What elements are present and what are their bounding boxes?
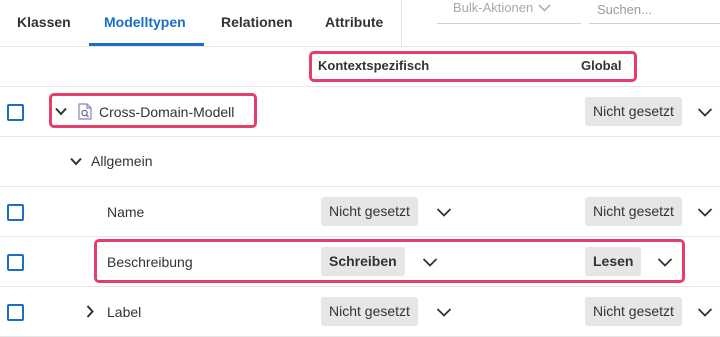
table-row: Name Nicht gesetzt Nicht gesetzt	[0, 187, 720, 237]
chevron-down-icon[interactable]	[697, 304, 713, 320]
chevron-down-icon[interactable]	[657, 254, 673, 270]
chevron-down-icon[interactable]	[70, 157, 82, 166]
global-permission-select[interactable]: Nicht gesetzt	[585, 297, 682, 326]
search-field	[589, 0, 720, 24]
chevron-down-icon	[538, 1, 551, 14]
row-label: Label	[107, 304, 142, 320]
bulk-actions-label: Bulk-Aktionen	[453, 0, 534, 15]
table-row: Cross-Domain-Modell Nicht gesetzt	[0, 87, 720, 137]
chevron-down-icon[interactable]	[697, 204, 713, 220]
column-header-global: Global	[581, 58, 622, 73]
search-input[interactable]	[597, 0, 717, 18]
row-label: Beschreibung	[107, 254, 193, 270]
tab-klassen[interactable]: Klassen	[17, 14, 71, 30]
group-label: Allgemein	[91, 153, 153, 169]
global-permission-select[interactable]: Nicht gesetzt	[585, 97, 682, 126]
chevron-down-icon[interactable]	[422, 254, 438, 270]
row-checkbox[interactable]	[7, 254, 24, 271]
chevron-down-icon[interactable]	[436, 304, 452, 320]
chevron-down-icon[interactable]	[55, 107, 67, 116]
table-row: Label Nicht gesetzt Nicht gesetzt	[0, 287, 720, 337]
bulk-actions-dropdown[interactable]: Bulk-Aktionen	[437, 0, 581, 24]
group-row: Allgemein	[0, 137, 720, 187]
global-permission-select[interactable]: Nicht gesetzt	[585, 197, 682, 226]
row-label: Cross-Domain-Modell	[99, 104, 235, 120]
chevron-down-icon[interactable]	[436, 204, 452, 220]
row-checkbox[interactable]	[7, 104, 24, 121]
chevron-down-icon[interactable]	[697, 104, 713, 120]
row-label: Name	[107, 204, 145, 220]
global-permission-select[interactable]: Lesen	[585, 247, 642, 276]
chevron-right-icon[interactable]	[86, 305, 94, 318]
tab-bar: Klassen Modelltypen Relationen Attribute	[0, 0, 402, 47]
tab-modelltypen[interactable]: Modelltypen	[104, 14, 186, 30]
top-bar: Klassen Modelltypen Relationen Attribute…	[0, 0, 720, 47]
table-row: Beschreibung Schreiben Lesen	[0, 237, 720, 287]
context-permission-select[interactable]: Nicht gesetzt	[321, 197, 418, 226]
row-checkbox[interactable]	[7, 304, 24, 321]
column-header-context: Kontextspezifisch	[318, 58, 430, 73]
column-header-row: Kontextspezifisch Global	[0, 47, 720, 87]
tab-relationen[interactable]: Relationen	[221, 14, 293, 30]
context-permission-select[interactable]: Nicht gesetzt	[321, 297, 418, 326]
context-permission-select[interactable]: Schreiben	[321, 247, 405, 276]
tab-attribute[interactable]: Attribute	[325, 14, 383, 30]
row-checkbox[interactable]	[7, 204, 24, 221]
model-type-icon	[77, 103, 93, 120]
active-tab-indicator	[89, 43, 204, 46]
